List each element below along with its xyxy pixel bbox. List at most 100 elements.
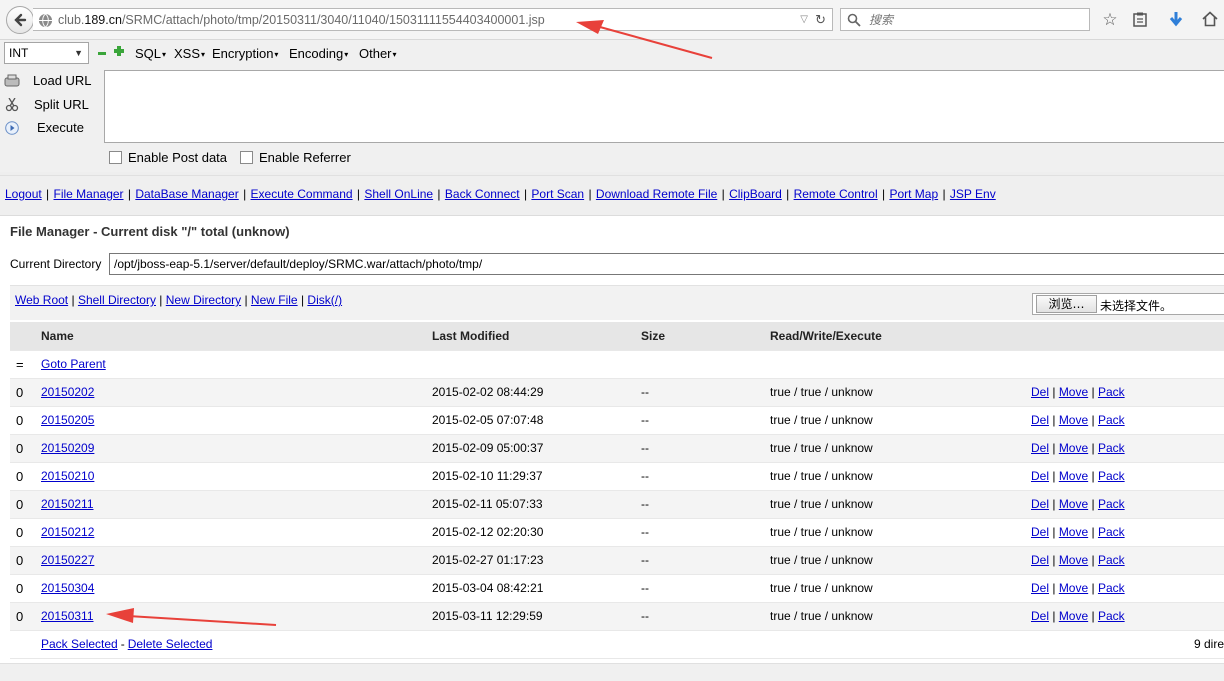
pack-link[interactable]: Pack — [1098, 469, 1125, 483]
nav-download-remote-file[interactable]: Download Remote File — [596, 187, 717, 201]
move-link[interactable]: Move — [1059, 553, 1088, 567]
menu-sql[interactable]: SQL▾ — [135, 46, 166, 61]
move-link[interactable]: Move — [1059, 385, 1088, 399]
nav-file-manager[interactable]: File Manager — [54, 187, 124, 201]
enable-post-box[interactable] — [109, 151, 122, 164]
move-link[interactable]: Move — [1059, 581, 1088, 595]
current-directory-label: Current Directory — [10, 257, 102, 271]
hackbar-type-select[interactable]: INT ▼ — [4, 42, 89, 64]
action-separator: | — [1088, 469, 1098, 483]
url-bar[interactable]: club.189.cn/SRMC/attach/photo/tmp/201503… — [33, 8, 833, 31]
pack-selected-link[interactable]: Pack Selected — [41, 637, 118, 651]
folder-link[interactable]: 20150209 — [41, 441, 94, 455]
nav-port-map[interactable]: Port Map — [889, 187, 938, 201]
nav-separator: | — [782, 187, 793, 201]
nav-separator: | — [434, 187, 444, 201]
table-row: 0 20150311 2015-03-11 12:29:59 -- true / tru… — [10, 602, 1224, 631]
pack-link[interactable]: Pack — [1098, 553, 1125, 567]
folder-link[interactable]: 20150210 — [41, 469, 94, 483]
reading-list-icon[interactable] — [1129, 9, 1151, 31]
move-link[interactable]: Move — [1059, 441, 1088, 455]
nav-separator: | — [239, 187, 250, 201]
move-link[interactable]: Move — [1059, 525, 1088, 539]
bookmark-star-icon[interactable]: ☆ — [1099, 9, 1121, 31]
move-link[interactable]: Move — [1059, 497, 1088, 511]
new-directory-link[interactable]: New Directory — [166, 293, 241, 307]
row-actions-cell: Del | Move | Pack — [1031, 462, 1224, 491]
del-link[interactable]: Del — [1031, 553, 1049, 567]
pack-link[interactable]: Pack — [1098, 441, 1125, 455]
rwx-cell: true / true / unknow — [770, 602, 1031, 631]
del-link[interactable]: Del — [1031, 385, 1049, 399]
enable-referrer-box[interactable] — [240, 151, 253, 164]
footer-dash: - — [120, 637, 125, 651]
pack-link[interactable]: Pack — [1098, 413, 1125, 427]
del-link[interactable]: Del — [1031, 497, 1049, 511]
del-link[interactable]: Del — [1031, 525, 1049, 539]
decrease-icon[interactable] — [98, 52, 106, 55]
move-link[interactable]: Move — [1059, 609, 1088, 623]
menu-xss[interactable]: XSS▾ — [174, 46, 205, 61]
current-directory-input[interactable]: /opt/jboss-eap-5.1/server/default/deploy… — [109, 253, 1224, 275]
menu-encryption-label: Encryption — [212, 46, 274, 61]
nav-execute-command[interactable]: Execute Command — [251, 187, 353, 201]
nav-jsp-env[interactable]: JSP Env — [950, 187, 996, 201]
back-button[interactable] — [6, 6, 34, 34]
move-link[interactable]: Move — [1059, 469, 1088, 483]
shell-directory-link[interactable]: Shell Directory — [78, 293, 156, 307]
url-history-dropdown-icon[interactable]: ▽ — [800, 14, 808, 25]
hackbar-url-textarea[interactable] — [104, 70, 1224, 143]
nav-database-manager[interactable]: DataBase Manager — [135, 187, 238, 201]
delete-selected-link[interactable]: Delete Selected — [128, 637, 213, 651]
pack-link[interactable]: Pack — [1098, 385, 1125, 399]
nav-logout[interactable]: Logout — [5, 187, 42, 201]
reload-icon[interactable]: ↻ — [815, 12, 826, 28]
nav-remote-control[interactable]: Remote Control — [794, 187, 878, 201]
del-link[interactable]: Del — [1031, 469, 1049, 483]
menu-other[interactable]: Other▾ — [359, 46, 397, 61]
home-icon[interactable] — [1199, 9, 1221, 31]
new-file-link[interactable]: New File — [251, 293, 298, 307]
row-marker: 0 — [10, 546, 41, 575]
action-separator: | — [1049, 553, 1059, 567]
del-link[interactable]: Del — [1031, 441, 1049, 455]
menu-encryption[interactable]: Encryption▾ — [212, 46, 278, 61]
del-link[interactable]: Del — [1031, 413, 1049, 427]
enable-post-checkbox[interactable]: Enable Post data — [109, 150, 227, 165]
del-link[interactable]: Del — [1031, 609, 1049, 623]
folder-link[interactable]: 20150212 — [41, 525, 94, 539]
pack-link[interactable]: Pack — [1098, 609, 1125, 623]
folder-link[interactable]: 20150304 — [41, 581, 94, 595]
pack-link[interactable]: Pack — [1098, 581, 1125, 595]
browse-button[interactable]: 浏览… — [1036, 295, 1097, 313]
disk-link[interactable]: Disk(/) — [307, 293, 342, 307]
folder-link[interactable]: 20150202 — [41, 385, 94, 399]
nav-clipboard[interactable]: ClipBoard — [729, 187, 782, 201]
upload-file-input[interactable]: 浏览… 未选择文件。 — [1032, 293, 1224, 315]
folder-link[interactable]: 20150211 — [41, 497, 94, 511]
table-row: 0 20150205 2015-02-05 07:07:48 -- true / tru… — [10, 406, 1224, 435]
search-bar[interactable] — [840, 8, 1090, 31]
goto-parent-link[interactable]: Goto Parent — [41, 357, 106, 371]
folder-link[interactable]: 20150227 — [41, 553, 94, 567]
increase-icon[interactable] — [114, 46, 124, 56]
nav-shell-online[interactable]: Shell OnLine — [364, 187, 433, 201]
folder-link[interactable]: 20150205 — [41, 413, 94, 427]
url-host-prefix: club. — [58, 13, 85, 27]
menu-encoding[interactable]: Encoding▾ — [289, 46, 348, 61]
enable-referrer-checkbox[interactable]: Enable Referrer — [240, 150, 351, 165]
nav-port-scan[interactable]: Port Scan — [531, 187, 584, 201]
del-link[interactable]: Del — [1031, 581, 1049, 595]
move-link[interactable]: Move — [1059, 413, 1088, 427]
pack-link[interactable]: Pack — [1098, 497, 1125, 511]
search-input[interactable] — [867, 11, 1077, 28]
web-root-link[interactable]: Web Root — [15, 293, 68, 307]
folder-link[interactable]: 20150311 — [41, 609, 94, 623]
name-cell: 20150212 — [41, 518, 432, 547]
nav-back-connect[interactable]: Back Connect — [445, 187, 520, 201]
action-separator: | — [155, 293, 166, 307]
menu-other-label: Other — [359, 46, 392, 61]
download-icon[interactable] — [1165, 9, 1187, 31]
pack-link[interactable]: Pack — [1098, 525, 1125, 539]
row-marker: 0 — [10, 518, 41, 547]
